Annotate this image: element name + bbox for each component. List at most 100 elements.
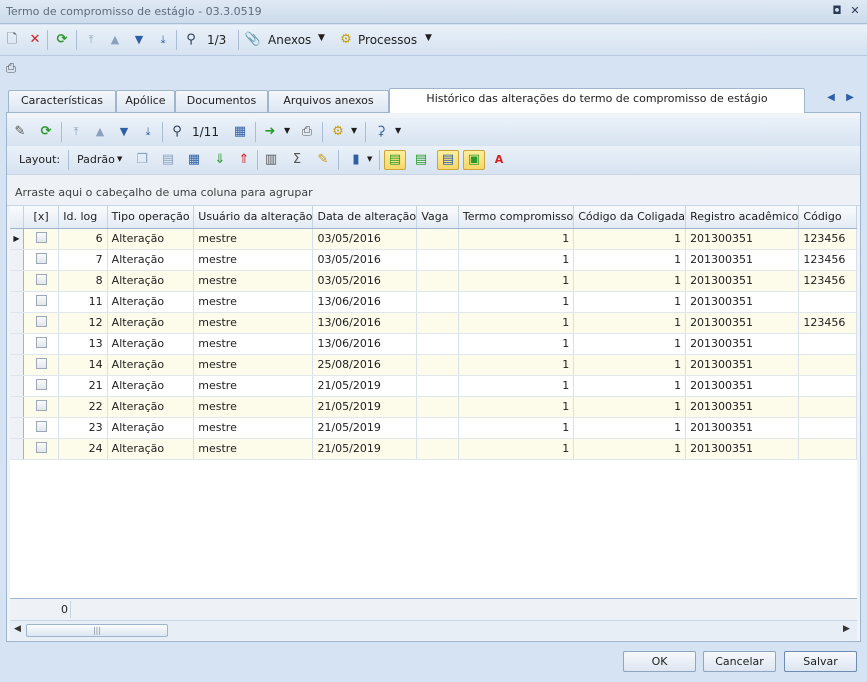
grid-layout-icon[interactable]: ▦ — [185, 151, 203, 169]
cell-vaga[interactable] — [416, 375, 459, 397]
cancel-button[interactable]: Cancelar — [703, 651, 776, 672]
row-checkbox[interactable] — [35, 441, 47, 453]
cell-termo[interactable]: 1 — [458, 375, 575, 397]
cell-vaga[interactable] — [416, 438, 459, 460]
column-header-coligada[interactable]: Código da Coligada — [573, 206, 687, 229]
row-checkbox[interactable] — [35, 357, 47, 369]
processes-chevron-icon[interactable]: ▼ — [425, 33, 432, 43]
view-footer-icon[interactable]: ▤ — [412, 151, 430, 169]
copy-layout-icon[interactable]: ❐ — [133, 151, 151, 169]
cell-vaga[interactable] — [416, 354, 459, 376]
table-row[interactable]: 22 Alteração mestre 21/05/2019 1 1 201300351 — [10, 396, 857, 418]
cell-coligada[interactable]: 1 — [573, 249, 687, 271]
cell-codigo[interactable]: 123456 — [798, 249, 857, 271]
cell-termo[interactable]: 1 — [458, 312, 575, 334]
tab-scroll-right-icon[interactable]: ▶ — [843, 90, 857, 106]
cell-ra[interactable]: 201300351 — [685, 249, 800, 271]
group-panel[interactable]: Arraste aqui o cabeçalho de uma coluna p… — [7, 174, 860, 206]
last-record-icon[interactable]: ⤓ — [154, 31, 172, 49]
cell-coligada[interactable]: 1 — [573, 375, 687, 397]
cell-coligada[interactable]: 1 — [573, 228, 687, 250]
cell-ra[interactable]: 201300351 — [685, 270, 800, 292]
grid-process-icon[interactable]: ⚙ — [329, 123, 347, 141]
cell-codigo[interactable] — [798, 354, 857, 376]
cell-usuario[interactable]: mestre — [193, 396, 314, 418]
cell-vaga[interactable] — [416, 312, 459, 334]
cell-usuario[interactable]: mestre — [193, 417, 314, 439]
new-record-icon[interactable]: 🗋 — [3, 31, 21, 49]
tab-apolice[interactable]: Apólice — [116, 90, 175, 112]
cell-id[interactable]: 13 — [58, 333, 108, 355]
cell-data[interactable]: 03/05/2016 — [312, 249, 418, 271]
cell-coligada[interactable]: 1 — [573, 396, 687, 418]
search-icon[interactable]: ⚲ — [182, 31, 200, 49]
print-icon[interactable]: ⎙ — [2, 60, 20, 78]
table-row[interactable]: 23 Alteração mestre 21/05/2019 1 1 201300351 — [10, 417, 857, 439]
row-indicator[interactable] — [10, 375, 24, 397]
first-record-icon[interactable]: ⤒ — [82, 31, 100, 49]
chart-chevron-icon[interactable]: ▼ — [367, 155, 372, 163]
cell-usuario[interactable]: mestre — [193, 354, 314, 376]
filter-icon[interactable]: ⚳ — [372, 123, 390, 141]
cell-coligada[interactable]: 1 — [573, 312, 687, 334]
grid-search-icon[interactable]: ⚲ — [168, 123, 186, 141]
cell-codigo[interactable] — [798, 333, 857, 355]
cell-codigo[interactable] — [798, 438, 857, 460]
cell-vaga[interactable] — [416, 291, 459, 313]
grid-refresh-icon[interactable]: ⟳ — [37, 123, 55, 141]
cell-coligada[interactable]: 1 — [573, 438, 687, 460]
row-indicator[interactable] — [10, 312, 24, 334]
column-header-codigo[interactable]: Código — [798, 206, 857, 229]
columns-icon[interactable]: ▥ — [262, 151, 280, 169]
cell-ra[interactable]: 201300351 — [685, 438, 800, 460]
edit-icon[interactable]: ✎ — [11, 123, 29, 141]
cell-id[interactable]: 14 — [58, 354, 108, 376]
column-header-registro[interactable]: Registro acadêmico — [685, 206, 800, 229]
tab-documentos[interactable]: Documentos — [175, 90, 268, 112]
row-indicator[interactable] — [10, 333, 24, 355]
cell-coligada[interactable]: 1 — [573, 291, 687, 313]
cell-coligada[interactable]: 1 — [573, 333, 687, 355]
column-header-usuario[interactable]: Usuário da alteração — [193, 206, 314, 229]
cell-id[interactable]: 8 — [58, 270, 108, 292]
cell-codigo[interactable] — [798, 396, 857, 418]
row-checkbox[interactable] — [35, 336, 47, 348]
row-checkbox[interactable] — [35, 378, 47, 390]
table-row[interactable]: 8 Alteração mestre 03/05/2016 1 1 201300351 123… — [10, 270, 857, 292]
filter-chevron-icon[interactable]: ▼ — [395, 126, 401, 135]
table-row[interactable]: 21 Alteração mestre 21/05/2019 1 1 201300351 — [10, 375, 857, 397]
cell-termo[interactable]: 1 — [458, 228, 575, 250]
cell-data[interactable]: 21/05/2019 — [312, 438, 418, 460]
row-checkbox[interactable] — [35, 315, 47, 327]
row-checkbox[interactable] — [35, 252, 47, 264]
cell-id[interactable]: 24 — [58, 438, 108, 460]
restore-icon[interactable]: ◘ — [830, 4, 844, 18]
row-checkbox[interactable] — [35, 420, 47, 432]
attachments-chevron-icon[interactable]: ▼ — [318, 33, 325, 43]
cell-tipo[interactable]: Alteração — [107, 291, 195, 313]
cell-vaga[interactable] — [416, 396, 459, 418]
cell-ra[interactable]: 201300351 — [685, 291, 800, 313]
cell-id[interactable]: 23 — [58, 417, 108, 439]
cell-tipo[interactable]: Alteração — [107, 270, 195, 292]
cell-id[interactable]: 11 — [58, 291, 108, 313]
cell-data[interactable]: 21/05/2019 — [312, 417, 418, 439]
cell-codigo[interactable] — [798, 375, 857, 397]
table-row[interactable]: 24 Alteração mestre 21/05/2019 1 1 201300351 — [10, 438, 857, 460]
scroll-right-icon[interactable]: ▶ — [843, 624, 850, 634]
cell-usuario[interactable]: mestre — [193, 375, 314, 397]
cell-coligada[interactable]: 1 — [573, 354, 687, 376]
chart-icon[interactable]: ▮ — [347, 151, 365, 169]
cell-data[interactable]: 03/05/2016 — [312, 228, 418, 250]
cell-ra[interactable]: 201300351 — [685, 354, 800, 376]
cell-tipo[interactable]: Alteração — [107, 375, 195, 397]
sum-icon[interactable]: Σ — [288, 151, 306, 169]
refresh-icon[interactable]: ⟳ — [53, 31, 71, 49]
cell-usuario[interactable]: mestre — [193, 249, 314, 271]
cell-vaga[interactable] — [416, 249, 459, 271]
cell-termo[interactable]: 1 — [458, 249, 575, 271]
cell-id[interactable]: 7 — [58, 249, 108, 271]
grid-print-icon[interactable]: ⎙ — [298, 123, 316, 141]
export-icon[interactable]: ➜ — [261, 123, 279, 141]
cell-tipo[interactable]: Alteração — [107, 354, 195, 376]
